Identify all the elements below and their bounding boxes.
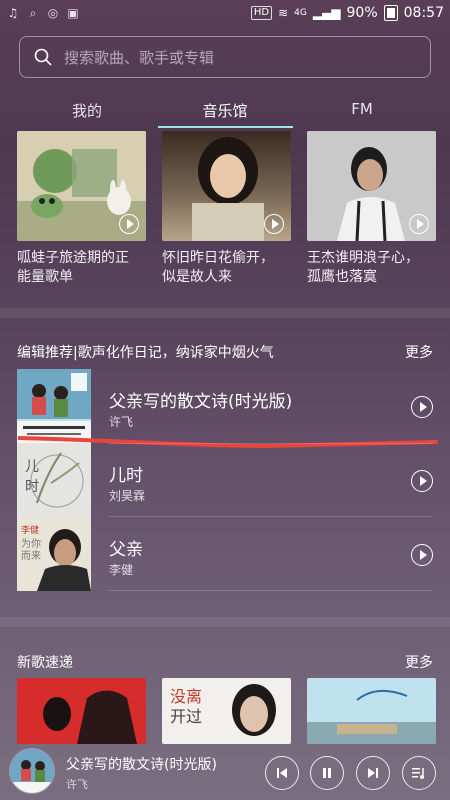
playlist-card[interactable]: 呱蛙子旅途期的正 能量歌单 xyxy=(17,131,146,287)
pause-icon xyxy=(323,768,331,778)
wifi-icon: ≋ xyxy=(278,6,289,20)
song-row[interactable]: 李健 为你 而来 父亲 李健 xyxy=(17,517,433,591)
svg-text:为你: 为你 xyxy=(21,537,41,550)
playlist-title: 怀旧昨日花偷开， 似是故人来 xyxy=(162,249,291,287)
play-icon[interactable] xyxy=(119,214,139,234)
new-songs-section-header: 新歌速递 更多 xyxy=(17,652,433,672)
gallery-icon: ▣ xyxy=(67,6,79,20)
next-button[interactable] xyxy=(356,756,390,790)
album-art xyxy=(10,749,54,793)
playlist-cover xyxy=(307,131,436,241)
search-bar[interactable]: 搜索歌曲、歌手或专辑 xyxy=(19,36,431,78)
playlist-card[interactable]: 怀旧昨日花偷开， 似是故人来 xyxy=(162,131,291,287)
status-bar: ♫ ⌕ ◎ ▣ HD ≋ 4G ▂▄▆ 90% 08:57 xyxy=(0,0,450,26)
song-title: 儿时 xyxy=(109,466,143,486)
more-link[interactable]: 更多 xyxy=(405,652,433,672)
playlist-cover xyxy=(162,131,291,241)
song-cover: 儿 时 xyxy=(17,443,91,517)
song-artist: 李健 xyxy=(109,563,134,577)
album-art xyxy=(307,678,436,744)
tab-mine[interactable]: 我的 xyxy=(27,100,147,121)
next-icon xyxy=(368,768,378,778)
clock: 08:57 xyxy=(403,5,444,21)
playlist-icon xyxy=(412,768,424,779)
section-divider xyxy=(0,308,450,318)
playlist-title-line1: 王杰谁明浪子心， xyxy=(307,250,419,266)
new-songs-row: 没离 开过 xyxy=(17,678,436,744)
playlist-title: 呱蛙子旅途期的正 能量歌单 xyxy=(17,249,146,287)
new-album-card[interactable] xyxy=(17,678,146,744)
new-album-card[interactable]: 没离 开过 xyxy=(162,678,291,744)
search-icon: ⌕ xyxy=(29,5,37,20)
svg-text:而来: 而来 xyxy=(21,550,41,562)
row-separator xyxy=(109,590,433,591)
playlist-title-line2: 能量歌单 xyxy=(17,269,73,285)
play-icon[interactable] xyxy=(411,470,433,492)
mini-player[interactable]: 父亲写的散文诗(时光版) 许飞 xyxy=(0,744,450,800)
playlist-title: 王杰谁明浪子心， 孤鹰也落寞 xyxy=(307,249,436,287)
weibo-icon: ◎ xyxy=(47,6,59,20)
song-title: 父亲写的散文诗(时光版) xyxy=(109,392,293,412)
section-heading: 新歌速递 xyxy=(17,655,73,671)
search-icon xyxy=(34,48,52,66)
status-left: ♫ ⌕ ◎ ▣ xyxy=(6,5,80,21)
play-icon[interactable] xyxy=(411,544,433,566)
now-playing-title: 父亲写的散文诗(时光版) xyxy=(66,757,217,773)
now-playing-cover[interactable] xyxy=(9,748,55,794)
svg-text:开过: 开过 xyxy=(170,707,202,726)
battery-icon xyxy=(383,5,398,21)
svg-text:时: 时 xyxy=(25,479,39,495)
row-separator xyxy=(109,443,433,444)
song-artist: 刘昊霖 xyxy=(109,489,146,503)
tab-fm[interactable]: FM xyxy=(302,100,422,118)
album-art: 李健 为你 而来 xyxy=(17,517,91,591)
playlist-title-line2: 孤鹰也落寞 xyxy=(307,269,377,285)
previous-icon xyxy=(277,768,287,778)
album-art xyxy=(17,678,146,744)
svg-text:儿: 儿 xyxy=(25,459,39,475)
music-note-icon: ♫ xyxy=(7,6,19,20)
playlist-title-line1: 怀旧昨日花偷开， xyxy=(162,250,274,266)
song-cover: 李健 为你 而来 xyxy=(17,517,91,591)
section-heading: 编辑推荐|歌声化作日记，纳诉家中烟火气 xyxy=(17,345,274,361)
status-right: HD ≋ 4G ▂▄▆ 90% 08:57 xyxy=(250,5,444,21)
playlist-cover xyxy=(17,131,146,241)
playlist-button[interactable] xyxy=(402,756,436,790)
active-tab-indicator xyxy=(158,126,293,128)
more-link[interactable]: 更多 xyxy=(405,342,433,362)
now-playing-artist: 许飞 xyxy=(66,778,88,791)
play-icon[interactable] xyxy=(411,396,433,418)
main-tabs: 我的 音乐馆 FM xyxy=(0,96,450,130)
play-icon[interactable] xyxy=(409,214,429,234)
song-row[interactable]: 儿 时 儿时 刘昊霖 xyxy=(17,443,433,517)
search-placeholder: 搜索歌曲、歌手或专辑 xyxy=(64,48,215,67)
battery-percent: 90% xyxy=(346,5,378,21)
album-cover xyxy=(17,678,146,744)
section-divider xyxy=(0,617,450,627)
playlist-title-line1: 呱蛙子旅途期的正 xyxy=(17,250,129,266)
album-cover xyxy=(307,678,436,744)
pause-button[interactable] xyxy=(310,756,344,790)
playlist-card[interactable]: 王杰谁明浪子心， 孤鹰也落寞 xyxy=(307,131,436,287)
new-album-card[interactable] xyxy=(307,678,436,744)
song-title: 父亲 xyxy=(109,540,143,560)
network-label: 4G xyxy=(294,8,307,18)
playlist-title-line2: 似是故人来 xyxy=(162,269,232,285)
album-art: 没离 开过 xyxy=(162,678,291,744)
recommended-playlists: 呱蛙子旅途期的正 能量歌单 怀旧昨日花偷开， 似是故人来 王杰谁明浪子心， 孤鹰… xyxy=(17,131,436,287)
signal-icon: ▂▄▆ xyxy=(312,6,341,20)
svg-text:李健: 李健 xyxy=(21,524,39,536)
play-icon[interactable] xyxy=(264,214,284,234)
editor-section-header: 编辑推荐|歌声化作日记，纳诉家中烟火气 更多 xyxy=(17,342,433,362)
previous-button[interactable] xyxy=(265,756,299,790)
album-cover: 没离 开过 xyxy=(162,678,291,744)
hd-badge: HD xyxy=(250,6,273,20)
tab-music-hall[interactable]: 音乐馆 xyxy=(165,100,285,121)
album-art: 儿 时 xyxy=(17,443,91,517)
svg-text:没离: 没离 xyxy=(170,687,202,706)
